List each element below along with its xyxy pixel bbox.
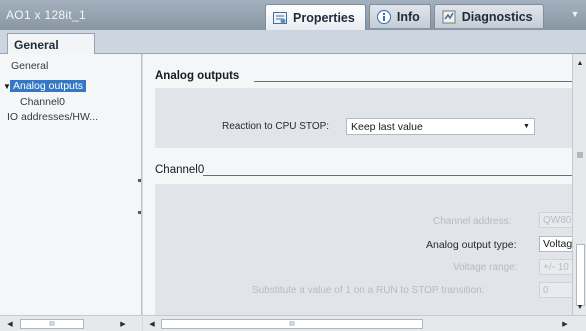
window-title: AO1 x 128it_1 bbox=[6, 8, 86, 22]
main-scroll-thumb[interactable]: III bbox=[161, 319, 423, 329]
scroll-down-icon[interactable]: ▼ bbox=[575, 302, 585, 312]
scroll-left-icon[interactable]: ◀ bbox=[147, 319, 157, 329]
splitter-grip-icon[interactable] bbox=[138, 211, 141, 214]
section-title-analog-outputs: Analog outputs bbox=[155, 70, 240, 82]
nav-item-channel0[interactable]: Channel0 bbox=[20, 96, 65, 108]
voltage-range-field: +/- 10 V bbox=[539, 259, 572, 275]
tab-info[interactable]: Info bbox=[368, 4, 431, 28]
nav-item-analog-outputs[interactable]: Analog outputs bbox=[10, 80, 87, 92]
substitute-value-label: Substitute a value of 1 on a RUN to STOP… bbox=[252, 285, 485, 296]
nav-item-general[interactable]: General bbox=[11, 60, 48, 72]
tab-diagnostics[interactable]: Diagnostics bbox=[433, 4, 544, 28]
navigation-tree: General ▼ Analog outputs Channel0 IO add… bbox=[0, 54, 142, 315]
reaction-value: Keep last value bbox=[351, 121, 423, 133]
section-title-channel0: Channel0 bbox=[155, 164, 205, 176]
diagnostics-icon bbox=[441, 9, 457, 25]
main-horizontal-scrollbar[interactable]: ◀ III ▶ bbox=[143, 315, 586, 331]
substitute-value-field: 0 bbox=[539, 282, 572, 298]
output-type-label: Analog output type: bbox=[426, 239, 517, 251]
tab-properties-label: Properties bbox=[293, 10, 355, 25]
tab-properties[interactable]: Properties bbox=[265, 4, 366, 30]
panel-menu-arrow-icon[interactable]: ▼ bbox=[567, 6, 583, 22]
scroll-grip-icon[interactable] bbox=[576, 150, 584, 158]
nav-item-io-addresses[interactable]: IO addresses/HW... bbox=[7, 111, 98, 123]
section-divider bbox=[203, 175, 572, 176]
scroll-right-icon[interactable]: ▶ bbox=[560, 319, 570, 329]
section-divider bbox=[254, 81, 572, 82]
vertical-scroll-thumb[interactable] bbox=[576, 244, 585, 306]
channel-address-label: Channel address: bbox=[433, 216, 512, 227]
properties-content: Analog outputs Reaction to CPU STOP: Kee… bbox=[143, 54, 572, 315]
scroll-right-icon[interactable]: ▶ bbox=[118, 319, 128, 329]
properties-icon bbox=[272, 10, 288, 26]
voltage-range-label: Voltage range: bbox=[453, 262, 518, 273]
property-tabs: Properties Info Diagnostics bbox=[265, 4, 544, 30]
nav-horizontal-scrollbar[interactable]: ◀ III ▶ bbox=[0, 315, 142, 331]
chevron-down-icon[interactable]: ▼ bbox=[521, 121, 532, 132]
tab-info-label: Info bbox=[396, 9, 420, 24]
general-tab-strip: General bbox=[0, 30, 586, 55]
channel-address-field: QW80 bbox=[539, 212, 572, 228]
scroll-left-icon[interactable]: ◀ bbox=[5, 319, 15, 329]
nav-scroll-thumb[interactable]: III bbox=[20, 319, 84, 329]
reaction-label: Reaction to CPU STOP: bbox=[222, 121, 330, 132]
info-icon bbox=[376, 9, 392, 25]
inspector-title-bar: AO1 x 128it_1 Properties Info Diagnostic… bbox=[0, 0, 586, 30]
tab-diagnostics-label: Diagnostics bbox=[461, 9, 533, 24]
tab-general[interactable]: General bbox=[7, 33, 95, 55]
scroll-up-icon[interactable]: ▲ bbox=[575, 58, 585, 68]
vertical-scrollbar[interactable]: ▲ ▼ bbox=[572, 54, 586, 315]
splitter-grip-icon[interactable] bbox=[138, 179, 141, 182]
reaction-dropdown[interactable]: Keep last value ▼ bbox=[346, 118, 535, 135]
output-type-dropdown[interactable]: Voltage bbox=[539, 236, 572, 252]
